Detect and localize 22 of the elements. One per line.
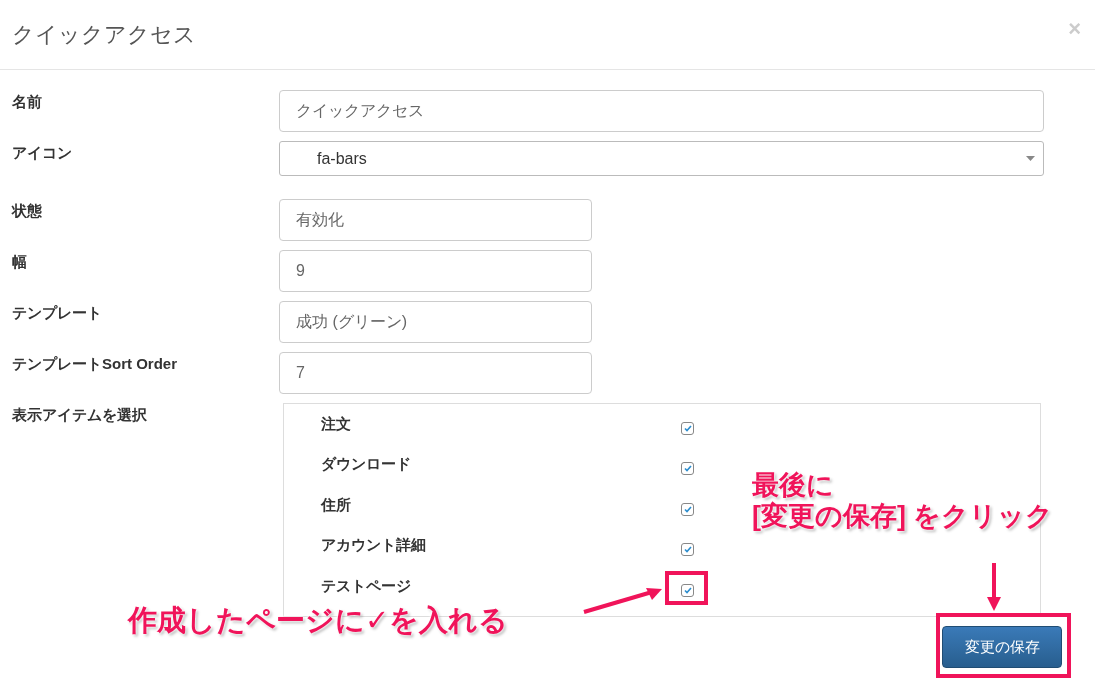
annotation-text: 最後に [変更の保存] をクリック (752, 470, 1054, 533)
text-input[interactable]: 7 (279, 352, 592, 394)
field-label: テンプレートSort Order (12, 354, 178, 374)
item-label: アカウント詳細 (321, 536, 426, 556)
field-label: 表示アイテムを選択 (12, 405, 148, 425)
field-label: テンプレート (12, 303, 103, 323)
text-input[interactable]: 有効化 (279, 199, 592, 241)
annotation-text: 作成したページに✓を入れる (128, 604, 509, 638)
icon-select[interactable]: fa-bars (279, 141, 1044, 176)
modal-title: クイックアクセス (12, 20, 196, 49)
text-input[interactable]: 9 (279, 250, 592, 292)
item-label: テストページ (321, 576, 411, 596)
text-input[interactable]: 成功 (グリーン) (279, 301, 592, 343)
save-changes-button[interactable]: 変更の保存 (942, 626, 1062, 668)
field-label: アイコン (12, 143, 73, 163)
field-label: 名前 (12, 92, 43, 112)
item-label: ダウンロード (321, 455, 411, 475)
field-label: 幅 (12, 252, 28, 272)
item-label: 注文 (321, 414, 351, 434)
text-input[interactable]: クイックアクセス (279, 90, 1044, 132)
item-label: 住所 (321, 495, 351, 515)
field-label: 状態 (12, 201, 43, 221)
